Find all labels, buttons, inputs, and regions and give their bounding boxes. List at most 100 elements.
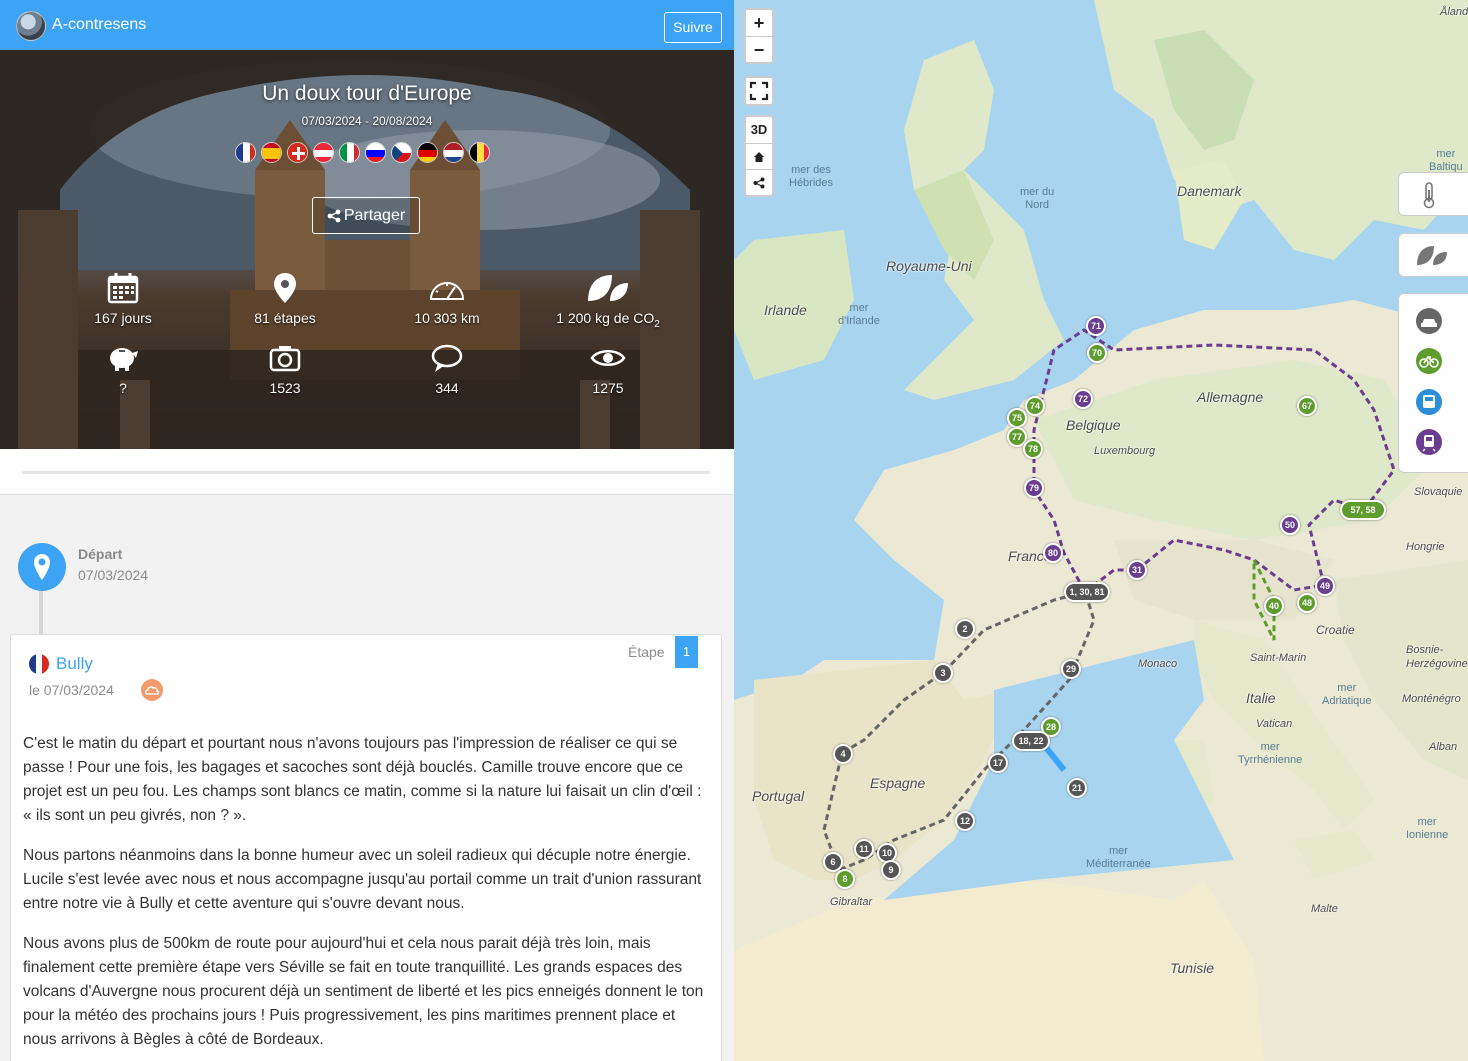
- share-button[interactable]: Partager: [312, 197, 420, 234]
- flag-spain[interactable]: [261, 142, 282, 163]
- sea-label-mediterranee: mer Méditerranée: [1086, 845, 1151, 870]
- step-paragraph-3: Nous avons plus de 500km de route pour a…: [23, 935, 704, 1048]
- calendar-icon: [107, 273, 139, 304]
- leaf-icon: [588, 275, 628, 301]
- step-marker[interactable]: 17: [988, 753, 1008, 773]
- flag-switzerland[interactable]: [287, 142, 308, 163]
- step-marker[interactable]: 12: [955, 811, 975, 831]
- step-marker[interactable]: 31: [1127, 560, 1147, 580]
- step-label: Étape: [628, 644, 665, 660]
- trip-hero: Un doux tour d'Europe 07/03/2024 - 20/08…: [0, 50, 734, 449]
- stat-views-value: 1275: [592, 380, 624, 396]
- flag-italy[interactable]: [339, 142, 360, 163]
- trip-progress-strip: [0, 449, 734, 495]
- bus-icon[interactable]: [1416, 389, 1442, 415]
- stat-days-value: 167 jours: [94, 310, 152, 326]
- step-marker[interactable]: 11: [854, 839, 874, 859]
- step-marker[interactable]: 71: [1086, 316, 1106, 336]
- stat-co2-text: 1 200 kg de CO: [556, 310, 655, 326]
- departure-marker: [18, 543, 66, 591]
- step-place-link[interactable]: Bully: [56, 654, 93, 674]
- step-marker[interactable]: 49: [1315, 576, 1335, 596]
- temperature-panel[interactable]: [1398, 172, 1468, 216]
- step-paragraph-1: C'est le matin du départ et pourtant nou…: [23, 735, 702, 824]
- step-marker[interactable]: 48: [1297, 593, 1317, 613]
- step-marker[interactable]: 74: [1025, 396, 1045, 416]
- map-label-belgique: Belgique: [1066, 417, 1121, 433]
- step-marker[interactable]: 75: [1007, 408, 1027, 428]
- step-marker[interactable]: 3: [933, 663, 953, 683]
- step-marker[interactable]: 70: [1087, 343, 1107, 363]
- step-marker[interactable]: 9: [881, 860, 901, 880]
- step-marker[interactable]: 78: [1023, 439, 1043, 459]
- home-icon: [754, 152, 764, 162]
- stat-views: 1275: [528, 340, 688, 396]
- trip-map[interactable]: Danemark Royaume-Uni Irlande Belgique Lu…: [734, 0, 1468, 1061]
- step-marker[interactable]: 50: [1280, 515, 1300, 535]
- 3d-button[interactable]: 3D: [746, 117, 772, 143]
- home-button[interactable]: [746, 143, 772, 169]
- stat-photos-value: 1523: [269, 380, 301, 396]
- transport-panel: [1398, 293, 1468, 473]
- stat-co2-subscript: 2: [654, 318, 660, 330]
- avatar[interactable]: [16, 11, 46, 41]
- weather-badge: [141, 679, 163, 701]
- app-root: A-contresens Suivre Un doux tour d'Europ…: [0, 0, 1468, 1061]
- map-label-monaco: Monaco: [1138, 658, 1178, 670]
- step-marker[interactable]: 4: [833, 744, 853, 764]
- stat-budget: ?: [43, 340, 203, 396]
- flag-slovenia[interactable]: [365, 142, 386, 163]
- share-icon: [327, 209, 341, 223]
- map-label-vatican: Vatican: [1256, 718, 1293, 730]
- sea-label-adriatique: mer Adriatique: [1322, 682, 1372, 707]
- zoom-out-button[interactable]: −: [746, 36, 772, 62]
- step-marker[interactable]: 21: [1067, 778, 1087, 798]
- step-marker[interactable]: 29: [1061, 659, 1081, 679]
- zoom-in-button[interactable]: +: [746, 10, 772, 36]
- sea-label-ionienne: mer Ionienne: [1406, 816, 1449, 841]
- flag-austria[interactable]: [313, 142, 334, 163]
- departure-label: Départ: [78, 546, 123, 562]
- step-number-badge: 1: [675, 636, 698, 668]
- step-marker[interactable]: 2: [955, 619, 975, 639]
- map-label-espagne: Espagne: [870, 775, 926, 791]
- trip-panel: A-contresens Suivre Un doux tour d'Europ…: [0, 0, 734, 1061]
- flag-germany[interactable]: [417, 142, 438, 163]
- camera-icon: [269, 346, 301, 372]
- trip-title: Un doux tour d'Europe: [262, 82, 472, 105]
- departure-date: 07/03/2024: [78, 567, 149, 583]
- train-icon[interactable]: [1416, 429, 1442, 455]
- map-pin-icon: [274, 273, 296, 303]
- stat-comments-value: 344: [435, 380, 459, 396]
- flag-france: [29, 654, 49, 674]
- author-name[interactable]: A-contresens: [52, 16, 146, 34]
- step-marker[interactable]: 8: [835, 869, 855, 889]
- map-label-slovaquie: Slovaquie: [1414, 486, 1463, 498]
- step-marker[interactable]: 18, 22: [1012, 731, 1050, 751]
- step-paragraph-2: Nous partons néanmoins dans la bonne hum…: [23, 847, 702, 912]
- step-marker[interactable]: 67: [1297, 396, 1317, 416]
- stat-distance-value: 10 303 km: [414, 310, 480, 326]
- step-marker[interactable]: 80: [1043, 543, 1063, 563]
- step-marker[interactable]: 72: [1073, 389, 1093, 409]
- trip-progress-bar[interactable]: [22, 471, 710, 474]
- sea-label-irlande: mer d'Irlande: [838, 302, 880, 327]
- step-marker[interactable]: 1, 30, 81: [1064, 582, 1110, 602]
- fullscreen-button[interactable]: [746, 78, 772, 104]
- flag-france[interactable]: [235, 142, 256, 163]
- flag-belgium[interactable]: [469, 142, 490, 163]
- share-map-button[interactable]: [746, 169, 772, 195]
- bike-icon[interactable]: [1416, 348, 1442, 374]
- top-bar: A-contresens Suivre: [0, 0, 734, 50]
- map-label-gibraltar: Gibraltar: [830, 896, 873, 908]
- co2-panel[interactable]: [1398, 233, 1468, 277]
- map-pin-icon: [34, 554, 50, 580]
- step-marker[interactable]: 57, 58: [1340, 500, 1386, 520]
- stat-distance: 10 303 km: [367, 270, 527, 326]
- flag-czech-republic[interactable]: [391, 142, 412, 163]
- flag-netherlands[interactable]: [443, 142, 464, 163]
- step-marker[interactable]: 40: [1264, 596, 1284, 616]
- follow-button[interactable]: Suivre: [664, 12, 722, 43]
- car-icon[interactable]: [1416, 308, 1442, 334]
- step-marker[interactable]: 79: [1024, 478, 1044, 498]
